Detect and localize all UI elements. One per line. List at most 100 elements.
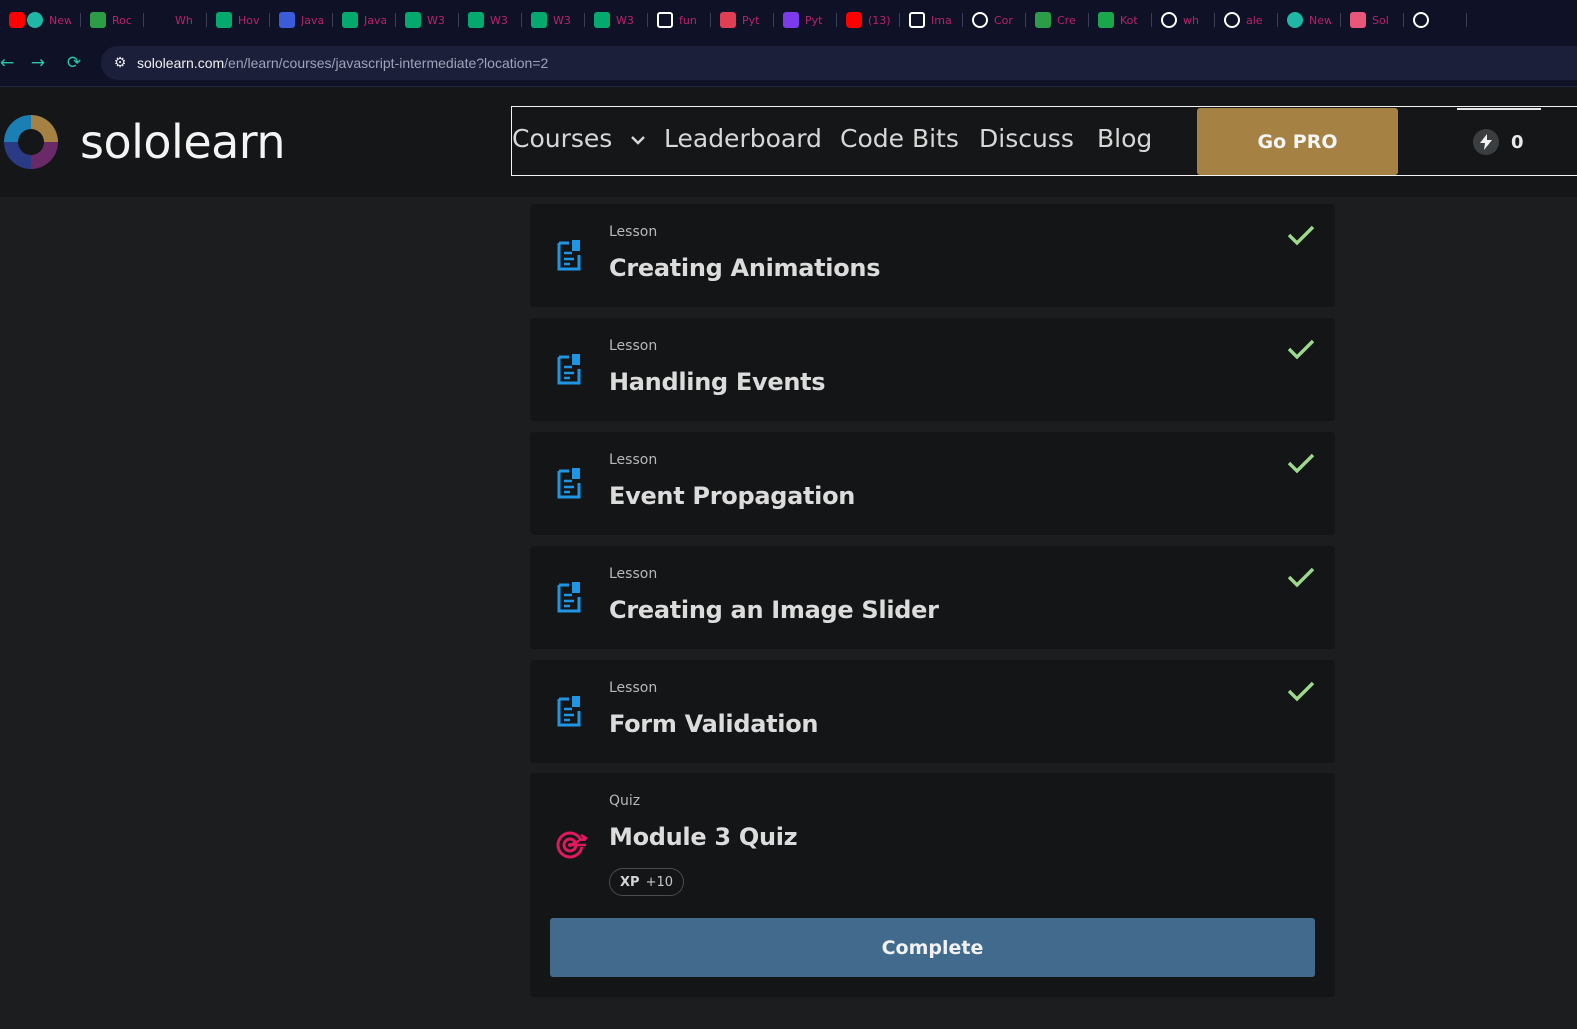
browser-tab-label: ale bbox=[1246, 13, 1263, 27]
browser-tab[interactable]: fun bbox=[648, 0, 711, 40]
lesson-document-icon bbox=[557, 696, 581, 727]
browser-tab[interactable]: W3 bbox=[522, 0, 585, 40]
browser-tab[interactable]: Wh bbox=[144, 0, 207, 40]
checkmark-icon bbox=[1287, 567, 1315, 588]
link-icon bbox=[90, 12, 106, 28]
quiz-card[interactable]: Quiz Module 3 Quiz XP +10 Complete bbox=[530, 773, 1335, 997]
w3-icon bbox=[468, 12, 484, 28]
browser-tab[interactable]: Kot bbox=[1089, 0, 1152, 40]
browser-tab[interactable]: Cre bbox=[1026, 0, 1089, 40]
edge-icon bbox=[972, 12, 988, 28]
browser-tab[interactable]: New bbox=[1278, 0, 1341, 40]
nav-leaderboard[interactable]: Leaderboard bbox=[664, 124, 822, 153]
logo-text: sololearn bbox=[80, 115, 286, 169]
lesson-document-icon bbox=[557, 468, 581, 499]
site-header: sololearn Courses Leaderboard Code Bits … bbox=[0, 87, 1577, 197]
browser-tab[interactable]: W3 bbox=[585, 0, 648, 40]
blank-icon bbox=[153, 12, 169, 28]
lesson-document-icon bbox=[557, 354, 581, 385]
browser-tab-label: W3 bbox=[490, 13, 508, 27]
browser-tab[interactable]: W3 bbox=[396, 0, 459, 40]
youtube-icon bbox=[846, 12, 862, 28]
lesson-card[interactable]: Lesson Creating Animations bbox=[530, 204, 1335, 307]
nav-courses-label: Courses bbox=[512, 124, 613, 153]
browser-tab-label: W3 bbox=[616, 13, 634, 27]
lesson-kind: Lesson bbox=[609, 680, 658, 696]
lesson-card[interactable]: Lesson Event Propagation bbox=[530, 432, 1335, 535]
browser-tab-label: Sol bbox=[1372, 13, 1389, 27]
lightning-icon bbox=[1473, 129, 1499, 155]
browser-tab[interactable]: Roc bbox=[81, 0, 144, 40]
browser-tab[interactable] bbox=[1404, 0, 1467, 40]
browser-tab[interactable]: Pyt bbox=[711, 0, 774, 40]
browser-tab-label: Hov bbox=[238, 13, 260, 27]
browser-tab[interactable]: W3 bbox=[459, 0, 522, 40]
nav-code-bits[interactable]: Code Bits bbox=[840, 124, 959, 153]
checkmark-icon bbox=[1287, 453, 1315, 474]
browser-tab[interactable]: Sol bbox=[1341, 0, 1404, 40]
lesson-kind: Lesson bbox=[609, 338, 658, 354]
browser-tab-label: wh bbox=[1183, 13, 1199, 27]
nav-blog[interactable]: Blog bbox=[1097, 124, 1152, 153]
browser-tab-label: Java bbox=[301, 13, 323, 27]
browser-tab-label: Kot bbox=[1120, 13, 1138, 27]
xp-label: XP bbox=[620, 874, 640, 890]
sololearn-logo[interactable]: sololearn bbox=[0, 111, 286, 173]
browser-tab-label: (13) bbox=[868, 13, 890, 27]
lesson-kind: Lesson bbox=[609, 566, 658, 582]
github-icon bbox=[1224, 12, 1240, 28]
forward-arrow-icon[interactable]: → bbox=[27, 52, 49, 74]
lesson-title: Event Propagation bbox=[609, 482, 856, 510]
checkmark-icon bbox=[1287, 225, 1315, 246]
address-bar[interactable]: ⚙ sololearn.com/en/learn/courses/javascr… bbox=[101, 46, 1577, 80]
browser-tab-strip: (13) New Roc Wh Hov Java Java W3 W3 W3 W3 fun Pyt Pyt… bbox=[0, 0, 1577, 40]
streak-counter[interactable]: 0 bbox=[1473, 129, 1524, 155]
xp-reward-badge: XP +10 bbox=[609, 868, 684, 896]
feather-icon bbox=[279, 12, 295, 28]
nav-courses[interactable]: Courses bbox=[512, 124, 646, 153]
nav-discuss[interactable]: Discuss bbox=[979, 124, 1074, 153]
chevron-down-icon bbox=[631, 136, 646, 145]
reload-icon[interactable]: ⟳ bbox=[63, 52, 85, 74]
browser-tab-label: Wh bbox=[175, 13, 193, 27]
browser-tab[interactable]: Java bbox=[270, 0, 333, 40]
lesson-card[interactable]: Lesson Form Validation bbox=[530, 660, 1335, 763]
lesson-title: Creating Animations bbox=[609, 254, 881, 282]
lesson-title: Form Validation bbox=[609, 710, 819, 738]
xp-value: +10 bbox=[645, 874, 673, 890]
python-icon bbox=[720, 12, 736, 28]
lesson-title: Creating an Image Slider bbox=[609, 596, 939, 624]
site-settings-icon[interactable]: ⚙ bbox=[107, 55, 133, 71]
lesson-card[interactable]: Lesson Handling Events bbox=[530, 318, 1335, 421]
browser-tab-label: Cor bbox=[994, 13, 1013, 27]
browser-tab[interactable]: Ima bbox=[900, 0, 963, 40]
quiz-title: Module 3 Quiz bbox=[609, 823, 798, 851]
browser-tab-label: New bbox=[1309, 13, 1331, 27]
browser-tab[interactable]: Cor bbox=[963, 0, 1026, 40]
lesson-kind: Lesson bbox=[609, 452, 658, 468]
lesson-card[interactable]: Lesson Creating an Image Slider bbox=[530, 546, 1335, 649]
github-icon bbox=[1413, 12, 1429, 28]
browser-tab[interactable]: New bbox=[18, 0, 81, 40]
w3-icon bbox=[405, 12, 421, 28]
browser-tab[interactable]: Java bbox=[333, 0, 396, 40]
streak-count: 0 bbox=[1511, 131, 1524, 153]
checkmark-icon bbox=[1287, 681, 1315, 702]
browser-tab-label: Pyt bbox=[742, 13, 760, 27]
quiz-kind: Quiz bbox=[609, 793, 641, 809]
browser-toolbar: ← → ⟳ ⚙ sololearn.com/en/learn/courses/j… bbox=[0, 40, 1577, 87]
complete-button[interactable]: Complete bbox=[550, 918, 1315, 977]
go-pro-button[interactable]: Go PRO bbox=[1197, 108, 1398, 175]
sololearn-logo-icon bbox=[4, 115, 58, 169]
browser-tab[interactable]: wh bbox=[1152, 0, 1215, 40]
browser-tab[interactable]: (13) bbox=[837, 0, 900, 40]
browser-tab[interactable]: (13) bbox=[0, 0, 25, 40]
back-arrow-icon[interactable]: ← bbox=[0, 52, 18, 74]
checkmark-icon bbox=[1287, 339, 1315, 360]
browser-tab[interactable]: Pyt bbox=[774, 0, 837, 40]
lesson-document-icon bbox=[557, 582, 581, 613]
w3-icon bbox=[531, 12, 547, 28]
browser-tab[interactable]: ale bbox=[1215, 0, 1278, 40]
browser-tab-label: Java bbox=[364, 13, 386, 27]
browser-tab[interactable]: Hov bbox=[207, 0, 270, 40]
